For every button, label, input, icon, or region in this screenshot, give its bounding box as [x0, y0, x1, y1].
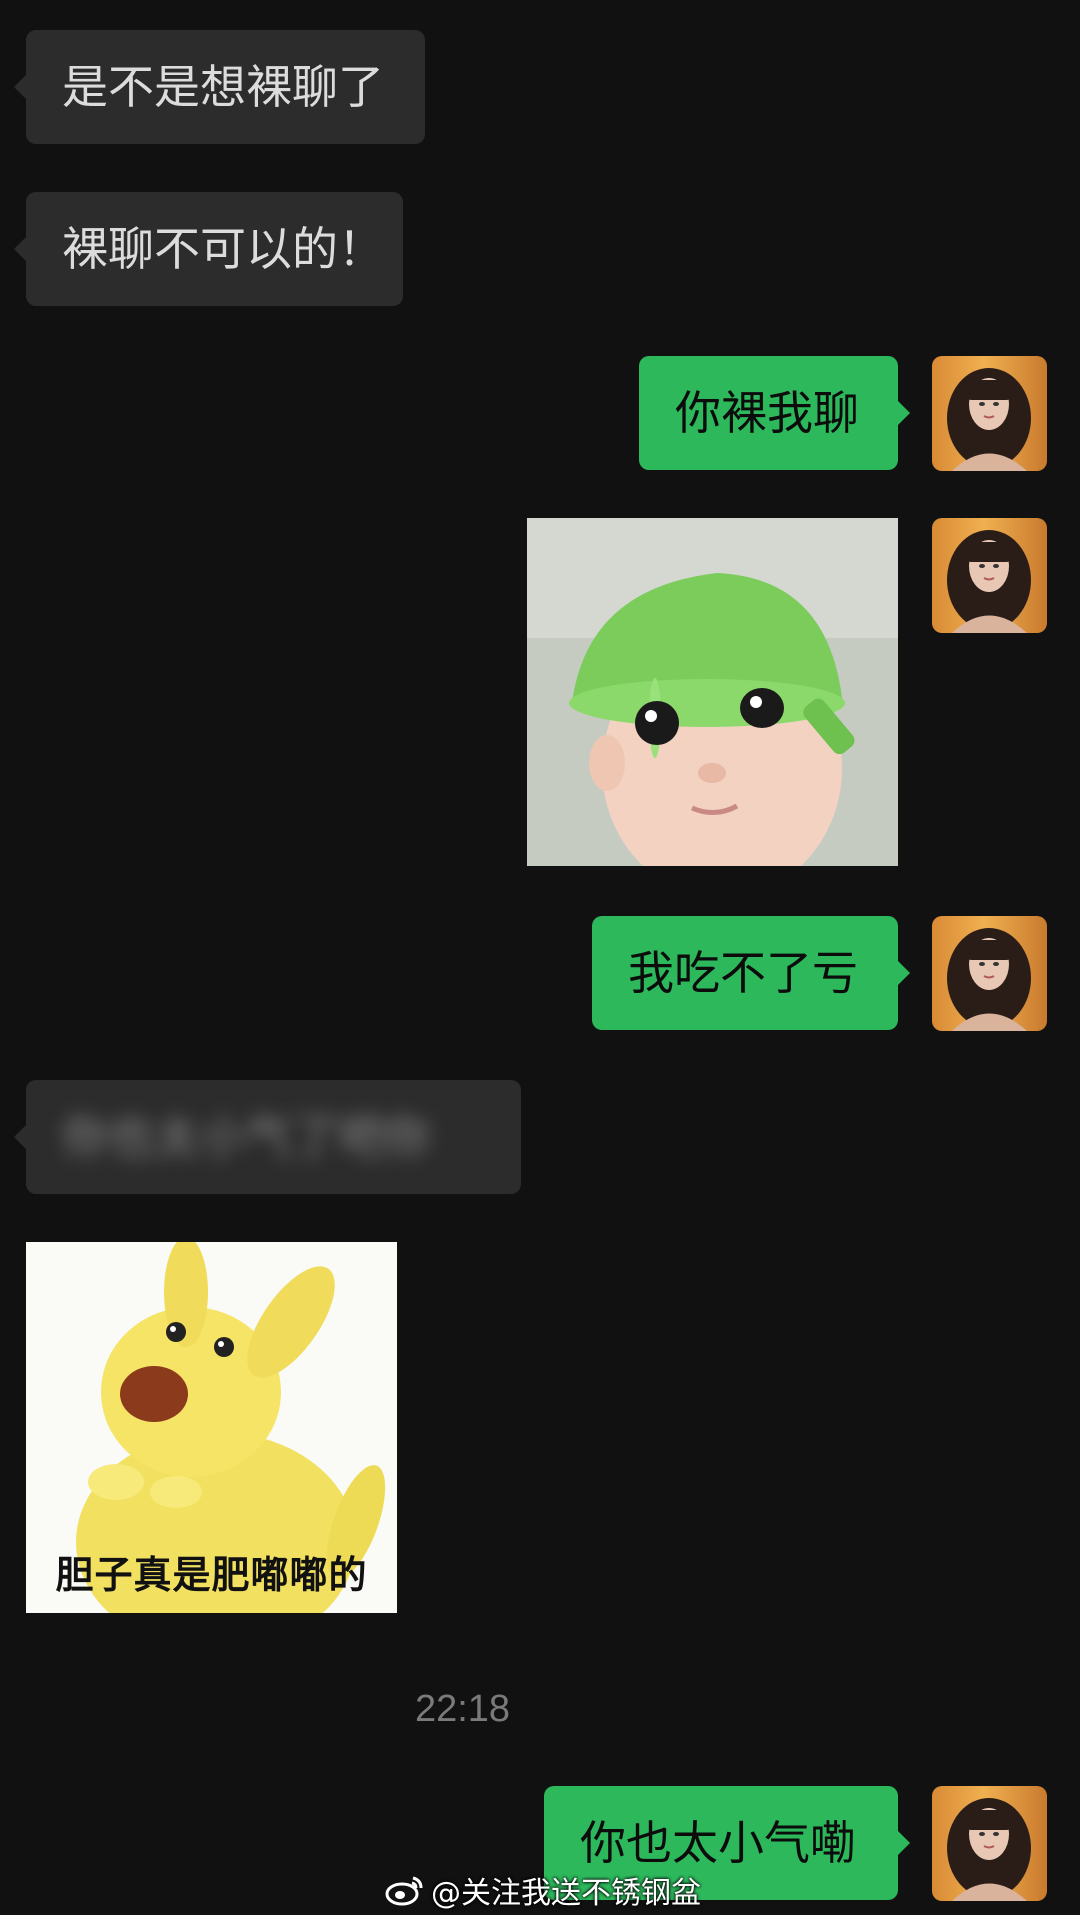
incoming-image-sticker[interactable]: 胆子真是肥嘟嘟的 [26, 1242, 397, 1613]
watermark-text: @关注我送不锈钢盆 [431, 1876, 701, 1911]
weibo-watermark: @关注我送不锈钢盆 [385, 1866, 701, 1914]
incoming-message-bubble[interactable]: 是不是想裸聊了 [14, 30, 425, 144]
sticker-caption: 胆子真是肥嘟嘟的 [55, 1553, 368, 1597]
user-avatar[interactable] [932, 1786, 1047, 1901]
user-avatar[interactable] [932, 518, 1047, 633]
incoming-message-bubble[interactable]: 裸聊不可以的！ [14, 192, 403, 306]
message-text: 你裸我聊 [675, 386, 859, 440]
user-avatar[interactable] [932, 356, 1047, 471]
avatar-portrait-icon [947, 368, 1031, 471]
message-text: 是不是想裸聊了 [62, 60, 384, 114]
baby-with-green-pot-image [527, 518, 898, 866]
avatar-portrait-icon [947, 928, 1031, 1031]
message-text: 你也太小气嘞 [580, 1816, 856, 1870]
outgoing-image-baby-sticker[interactable] [527, 518, 898, 866]
outgoing-message-bubble[interactable]: 我吃不了亏 [592, 916, 910, 1030]
avatar-portrait-icon [947, 530, 1031, 633]
message-text: 裸聊不可以的！ [62, 222, 384, 276]
chat-view: 是不是想裸聊了 裸聊不可以的！ 你裸我聊 我吃不了亏 你也太小气了吧你 胆子真是… [0, 0, 1080, 1915]
outgoing-message-bubble[interactable]: 你裸我聊 [639, 356, 910, 470]
message-text: 我吃不了亏 [628, 946, 858, 1000]
weibo-logo-icon [385, 1876, 423, 1906]
avatar-portrait-icon [947, 1798, 1031, 1901]
blurred-message-text: 你也太小气了吧你 [62, 1110, 430, 1164]
chat-timestamp: 22:18 [414, 1688, 511, 1730]
user-avatar[interactable] [932, 916, 1047, 1031]
incoming-message-bubble-blurred[interactable]: 你也太小气了吧你 [14, 1080, 521, 1194]
